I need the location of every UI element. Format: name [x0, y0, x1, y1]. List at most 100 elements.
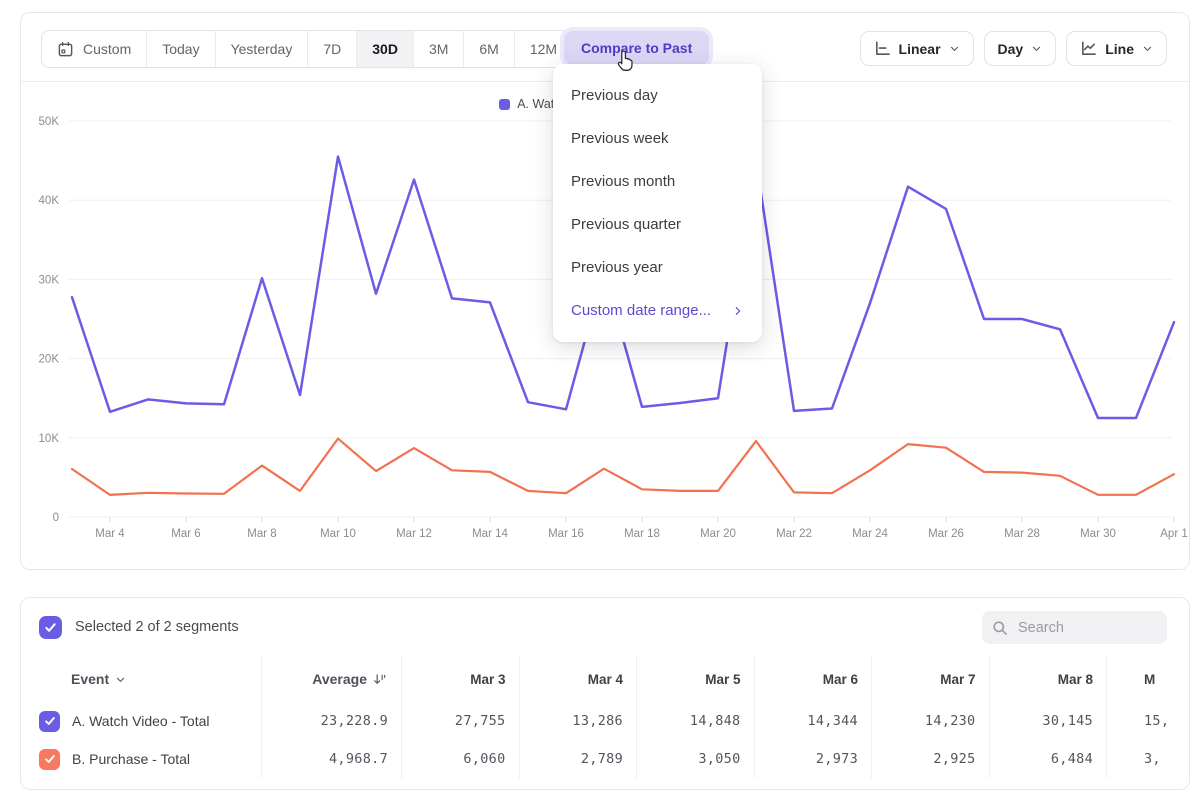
date-range-custom[interactable]: Custom [42, 31, 146, 67]
x-axis-tick-label: Mar 26 [928, 528, 964, 540]
cell-value: 2,973 [816, 751, 858, 767]
cell-value: 30,145 [1042, 713, 1093, 729]
x-axis-tick-label: Apr 1 [1160, 528, 1188, 540]
y-axis-tick-label: 10K [39, 433, 60, 445]
cell-value: 15, [1144, 713, 1169, 729]
date-range-3m[interactable]: 3M [413, 31, 463, 67]
average-value: 4,968.7 [329, 751, 388, 767]
table-header-row: Event Average Mar 3 Mar 4 Mar 5 Mar 6 Mar 7 Mar… [21, 656, 1190, 702]
chevron-down-icon [1031, 43, 1042, 54]
date-column-header: Mar 5 [705, 672, 740, 687]
cell-value: 27,755 [455, 713, 506, 729]
y-axis-tick-label: 50K [39, 116, 60, 128]
cell-value: 2,789 [581, 751, 623, 767]
date-range-yesterday[interactable]: Yesterday [215, 31, 308, 67]
calendar-icon [57, 41, 74, 58]
date-range-label: Custom [83, 41, 131, 57]
segment-checkbox[interactable] [39, 711, 60, 732]
x-axis-tick-label: Mar 12 [396, 528, 432, 540]
menu-item-label: Previous month [571, 173, 675, 190]
date-range-7d[interactable]: 7D [307, 31, 356, 67]
average-header-label: Average [312, 671, 367, 687]
select-all-checkbox[interactable] [39, 616, 62, 639]
menu-item-label: Previous week [571, 130, 669, 147]
y-axis-tick-label: 40K [39, 195, 60, 207]
menu-item-label: Custom date range... [571, 302, 711, 319]
x-axis-tick-label: Mar 16 [548, 528, 584, 540]
date-range-today[interactable]: Today [146, 31, 214, 67]
chevron-down-icon [949, 43, 960, 54]
cell-value: 14,230 [925, 713, 976, 729]
date-range-label: 6M [479, 41, 498, 57]
date-column-header: Mar 6 [823, 672, 858, 687]
compare-to-past-menu: Previous day Previous week Previous month P… [553, 64, 762, 342]
segments-table: Event Average Mar 3 Mar 4 Mar 5 Mar 6 Mar 7 Mar… [21, 656, 1190, 778]
day-dropdown-button[interactable]: Day [984, 31, 1057, 66]
checkmark-icon [44, 621, 57, 634]
x-axis-tick-label: Mar 20 [700, 528, 736, 540]
date-column-header: M [1144, 672, 1155, 687]
x-axis-tick-label: Mar 10 [320, 528, 356, 540]
cell-value: 6,484 [1051, 751, 1093, 767]
compare-to-past-button[interactable]: Compare to Past [564, 31, 709, 65]
menu-item-custom-date-range[interactable]: Custom date range... [553, 289, 762, 332]
menu-item-previous-year[interactable]: Previous year [553, 246, 762, 289]
date-column-header: Mar 7 [940, 672, 975, 687]
chevron-down-icon [1142, 43, 1153, 54]
control-label: Day [998, 41, 1024, 57]
segment-checkbox[interactable] [39, 749, 60, 770]
cell-value: 2,925 [933, 751, 975, 767]
event-header-label: Event [71, 671, 109, 687]
menu-item-previous-quarter[interactable]: Previous quarter [553, 203, 762, 246]
y-axis-tick-label: 20K [39, 354, 60, 366]
table-row: A. Watch Video - Total 23,228.9 27,755 13,2… [21, 702, 1190, 740]
cell-value: 3, [1144, 751, 1161, 767]
date-column-header: Mar 4 [588, 672, 623, 687]
x-axis-tick-label: Mar 8 [247, 528, 276, 540]
menu-item-previous-week[interactable]: Previous week [553, 117, 762, 160]
date-range-label: 12M [530, 41, 557, 57]
chevron-right-icon [732, 305, 744, 317]
sort-descending-icon [373, 672, 388, 687]
date-column-header: Mar 3 [470, 672, 505, 687]
cell-value: 13,286 [572, 713, 623, 729]
search-input[interactable] [1016, 619, 1150, 637]
date-range-6m[interactable]: 6M [463, 31, 513, 67]
search-box[interactable] [982, 611, 1167, 644]
average-column-header[interactable]: Average [312, 671, 388, 687]
cell-value: 6,060 [463, 751, 505, 767]
x-axis-tick-label: Mar 18 [624, 528, 660, 540]
line-dropdown-button[interactable]: Line [1066, 31, 1167, 66]
series-line-b-purchase[interactable] [72, 439, 1174, 495]
checkmark-icon [44, 753, 56, 765]
view-controls: Linear Day Line [860, 31, 1167, 66]
average-value: 23,228.9 [321, 713, 388, 729]
legend-swatch [499, 99, 510, 110]
x-axis-tick-label: Mar 6 [171, 528, 200, 540]
menu-item-previous-month[interactable]: Previous month [553, 160, 762, 203]
menu-item-label: Previous day [571, 87, 658, 104]
cell-value: 3,050 [698, 751, 740, 767]
selected-segments-label: Selected 2 of 2 segments [75, 619, 239, 635]
chevron-down-icon [115, 674, 126, 685]
table-row: B. Purchase - Total4,968.76,0602,7893,05… [21, 740, 1190, 778]
linear-axis-icon [874, 40, 891, 57]
x-axis-tick-label: Mar 28 [1004, 528, 1040, 540]
control-label: Linear [899, 41, 941, 57]
event-column-header[interactable]: Event [71, 671, 126, 687]
date-column-header: Mar 8 [1058, 672, 1093, 687]
menu-item-previous-day[interactable]: Previous day [553, 74, 762, 117]
x-axis-tick-label: Mar 14 [472, 528, 508, 540]
checkmark-icon [44, 715, 56, 727]
date-range-label: 30D [372, 41, 398, 57]
date-range-label: Today [162, 41, 199, 57]
control-label: Line [1105, 41, 1134, 57]
linear-dropdown-button[interactable]: Linear [860, 31, 974, 66]
line-chart-icon [1080, 40, 1097, 57]
segment-name: A. Watch Video - Total [72, 713, 209, 729]
x-axis-tick-label: Mar 4 [95, 528, 125, 540]
date-range-30d[interactable]: 30D [356, 31, 413, 67]
cell-value: 14,848 [690, 713, 741, 729]
segments-panel: Selected 2 of 2 segments Event Average Mar… [20, 597, 1190, 790]
cell-value: 14,344 [807, 713, 858, 729]
